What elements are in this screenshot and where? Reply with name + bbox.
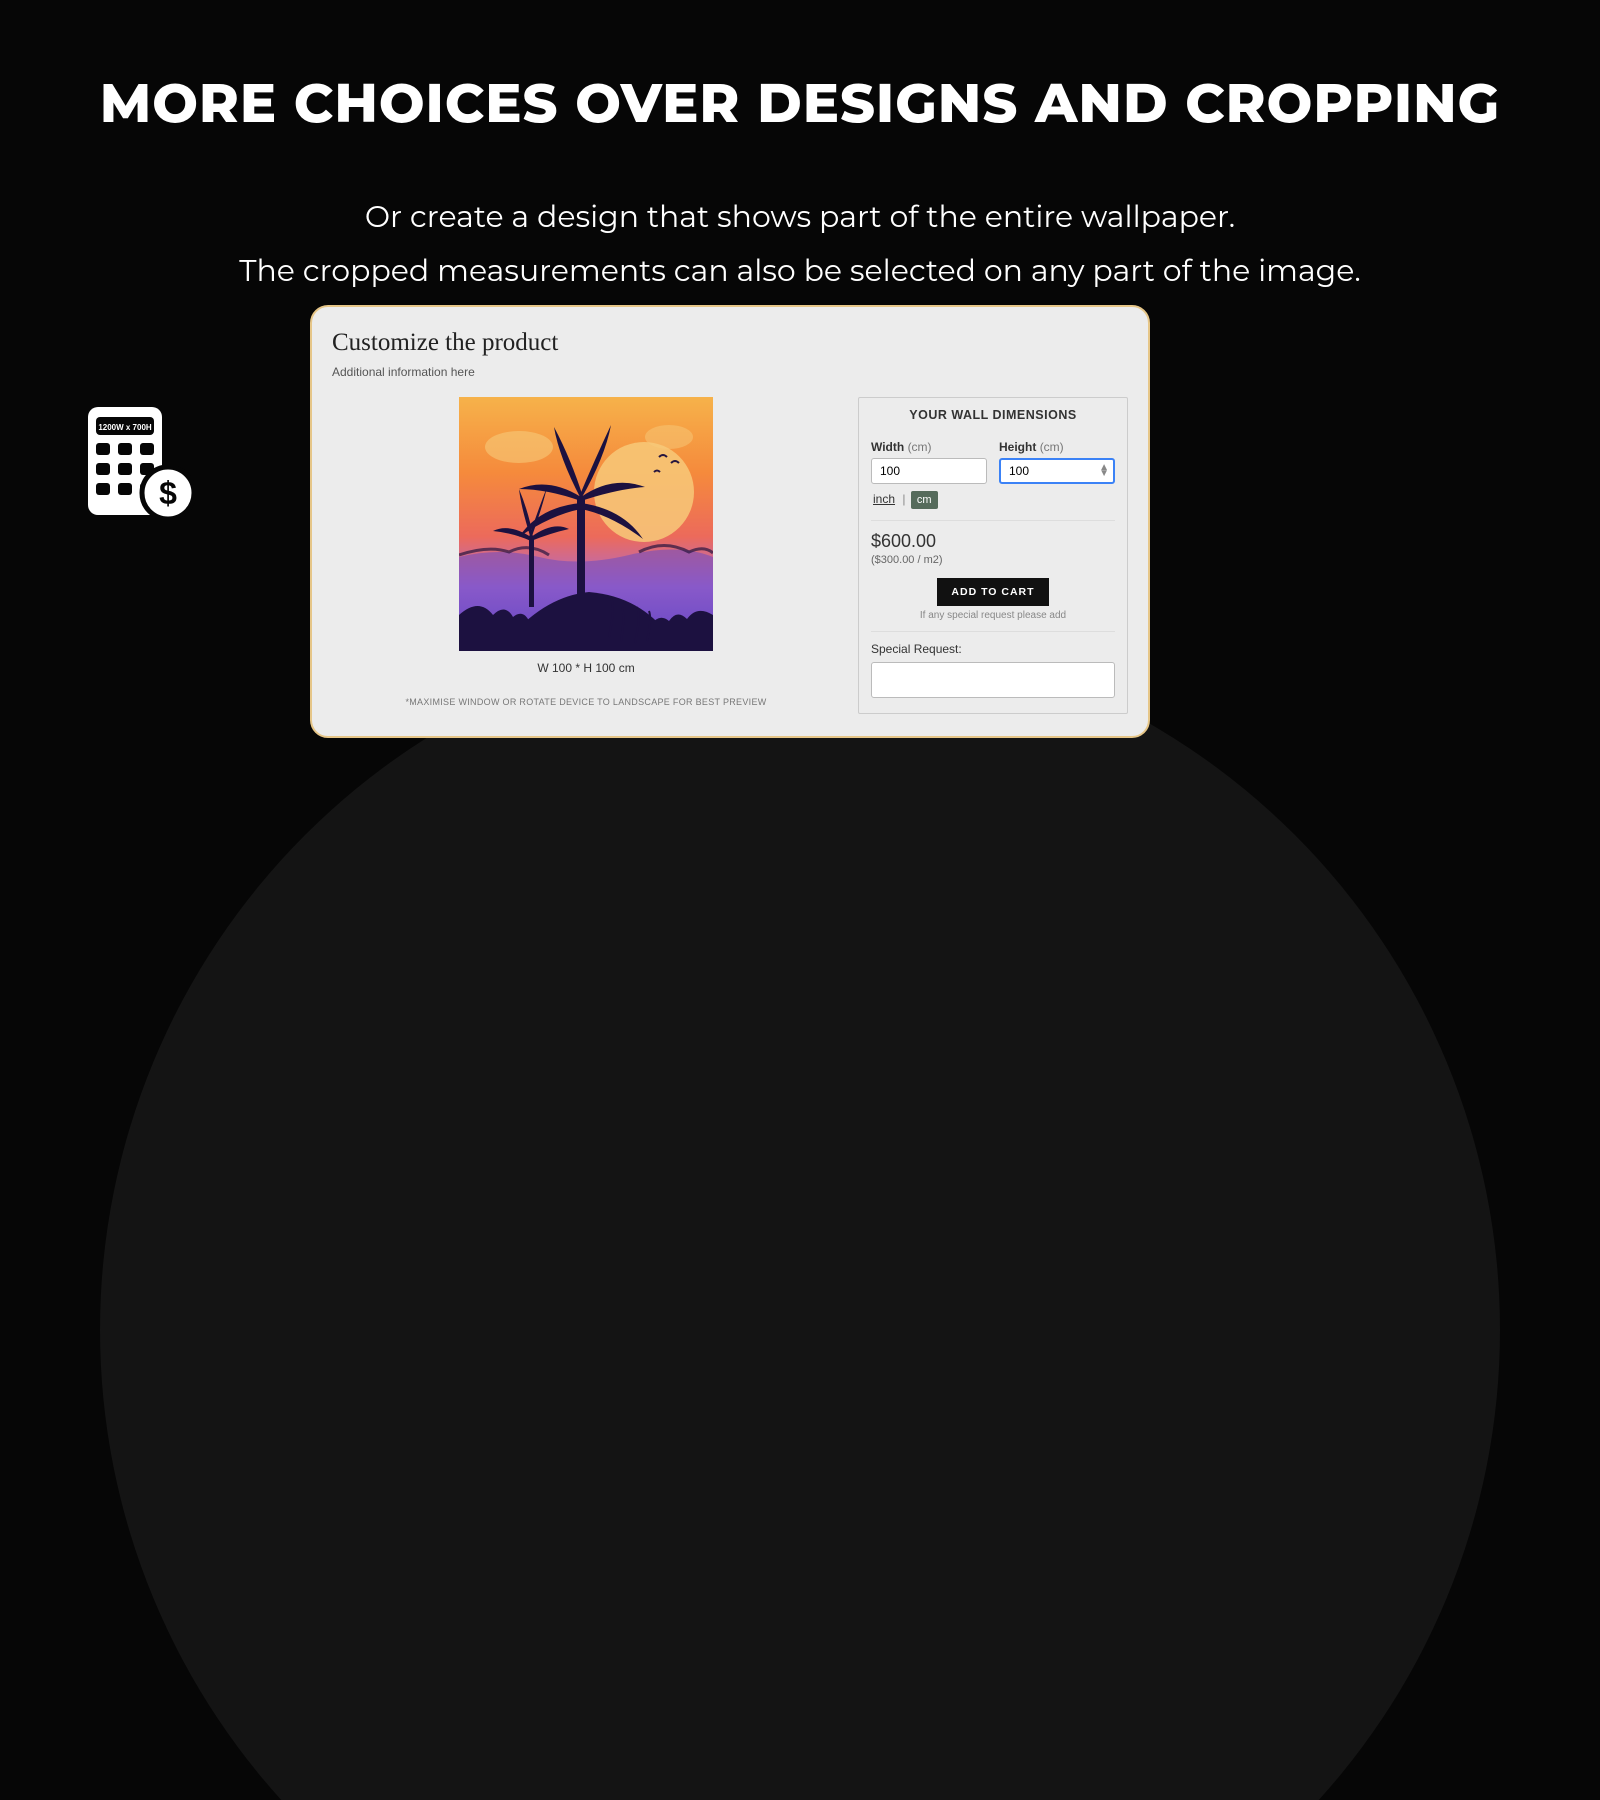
- unit-cm-button[interactable]: cm: [911, 491, 938, 509]
- unit-inch-button[interactable]: inch: [871, 492, 897, 506]
- divider: [871, 520, 1115, 521]
- width-label: Width (cm): [871, 440, 987, 454]
- card-subtitle: Additional information here: [332, 365, 1128, 379]
- height-input[interactable]: [999, 458, 1115, 484]
- height-label-text: Height: [999, 440, 1036, 454]
- unit-toggle-row: inch | cm: [871, 492, 1115, 506]
- cart-note: If any special request please add: [871, 610, 1115, 621]
- dimensions-panel: YOUR WALL DIMENSIONS Width (cm) Height (…: [858, 397, 1128, 714]
- background-circle: [100, 630, 1500, 1800]
- subheadline: Or create a design that shows part of th…: [0, 190, 1600, 298]
- calc-display-text: 1200W x 700H: [98, 423, 152, 432]
- special-request-textarea[interactable]: [871, 662, 1115, 698]
- add-to-cart-button[interactable]: ADD TO CART: [937, 578, 1048, 606]
- width-input[interactable]: [871, 458, 987, 484]
- svg-text:$: $: [159, 475, 177, 511]
- headline: MORE CHOICES OVER DESIGNS AND CROPPING: [0, 70, 1600, 136]
- product-customizer-card: Customize the product Additional informa…: [310, 305, 1150, 738]
- height-label: Height (cm): [999, 440, 1115, 454]
- price-per-unit: ($300.00 / m2): [871, 554, 1115, 566]
- preview-hint-note: *MAXIMISE WINDOW OR ROTATE DEVICE TO LAN…: [405, 697, 766, 707]
- preview-column: W 100 * H 100 cm *MAXIMISE WINDOW OR ROT…: [332, 397, 840, 714]
- price-total: $600.00: [871, 531, 1115, 552]
- calculator-dollar-icon: 1200W x 700H $: [84, 405, 196, 526]
- subhead-line-1: Or create a design that shows part of th…: [0, 190, 1600, 244]
- preview-dimensions-caption: W 100 * H 100 cm: [537, 661, 634, 675]
- width-label-text: Width: [871, 440, 904, 454]
- subhead-line-2: The cropped measurements can also be sel…: [0, 244, 1600, 298]
- wallpaper-preview-image[interactable]: [459, 397, 713, 651]
- panel-title: YOUR WALL DIMENSIONS: [871, 408, 1115, 422]
- divider-2: [871, 631, 1115, 632]
- special-request-label: Special Request:: [871, 642, 1115, 656]
- unit-separator: |: [900, 492, 907, 506]
- card-title: Customize the product: [332, 329, 1128, 357]
- stepper-icon[interactable]: ▲▼: [1099, 465, 1109, 477]
- height-unit-text: (cm): [1040, 440, 1064, 454]
- width-unit-text: (cm): [908, 440, 932, 454]
